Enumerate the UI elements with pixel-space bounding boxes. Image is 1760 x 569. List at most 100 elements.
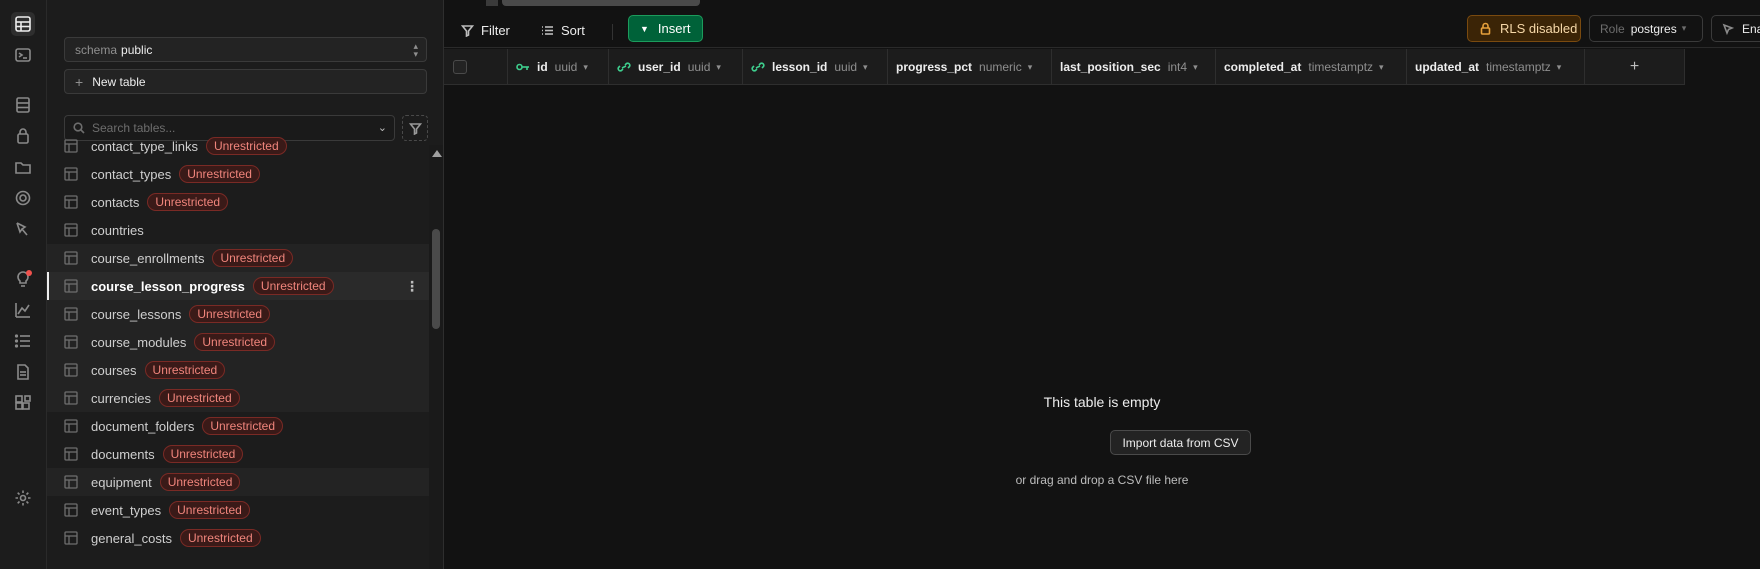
select-all-cell (444, 49, 508, 85)
table-icon (64, 279, 78, 293)
chevron-down-icon[interactable]: ▾ (583, 62, 588, 73)
unrestricted-badge: Unrestricted (252, 277, 334, 295)
table-icon (64, 139, 78, 153)
realtime-icon[interactable] (11, 186, 35, 210)
rls-disabled-button[interactable]: RLS disabled (1467, 15, 1581, 42)
plus-icon: + (75, 73, 84, 90)
table-list-item[interactable]: documents Unrestricted (47, 440, 429, 468)
scroll-up-arrow-icon[interactable] (432, 150, 442, 157)
sort-label: Sort (561, 22, 585, 38)
column-header[interactable]: user_id uuid ▾ (609, 49, 743, 85)
more-options-icon[interactable]: ⋮ (405, 278, 419, 295)
updown-chevron-icon: ▴ ▾ (413, 41, 418, 59)
table-list-item[interactable]: course_lessons Unrestricted (47, 300, 429, 328)
select-all-checkbox[interactable] (453, 60, 467, 74)
table-name: document_folders (91, 418, 195, 434)
unrestricted-badge: Unrestricted (194, 333, 276, 351)
table-list-item[interactable]: course_enrollments Unrestricted (47, 244, 429, 272)
new-table-button[interactable]: + New table (64, 69, 427, 94)
table-name: contact_type_links (91, 138, 198, 154)
horizontal-scroll-thumb[interactable] (502, 0, 700, 6)
table-list-item[interactable]: document_folders Unrestricted (47, 412, 429, 440)
grid-toolbar: Filter Sort ▼ Insert RLS disabled Role p… (444, 10, 1760, 48)
chevron-down-icon[interactable]: ▾ (1028, 62, 1033, 73)
table-name: course_lesson_progress (91, 278, 245, 294)
chevron-down-icon[interactable]: ▾ (1379, 62, 1384, 73)
table-list-item[interactable]: contact_type_links Unrestricted (47, 132, 429, 160)
unrestricted-badge: Unrestricted (147, 193, 229, 211)
chevron-down-icon[interactable]: ▾ (1193, 62, 1198, 73)
column-header[interactable]: id uuid ▾ (508, 49, 609, 85)
settings-gear-icon[interactable] (11, 486, 35, 510)
plus-icon: + (1629, 58, 1640, 75)
table-list-item[interactable]: general_costs Unrestricted (47, 524, 429, 552)
sidebar-scroll-thumb[interactable] (432, 229, 440, 329)
scroll-left-arrow-icon[interactable] (486, 0, 498, 6)
unrestricted-badge: Unrestricted (179, 165, 260, 183)
app-root: schema public ▴ ▾ + New table Search tabl… (0, 0, 1760, 569)
api-docs-icon[interactable] (11, 360, 35, 384)
column-header[interactable]: updated_at timestamptz ▾ (1407, 49, 1585, 85)
chevron-down-icon[interactable]: ▾ (863, 62, 868, 73)
advisors-icon[interactable] (11, 267, 35, 291)
role-select[interactable]: Role postgres ▾ (1589, 15, 1703, 42)
column-type: timestamptz (1308, 60, 1374, 74)
schema-select-value: public (121, 42, 153, 57)
column-name: last_position_sec (1060, 60, 1161, 74)
column-header[interactable]: progress_pct numeric ▾ (888, 49, 1052, 85)
table-name: equipment (91, 474, 152, 490)
table-icon (64, 447, 78, 461)
icon-rail (0, 0, 47, 569)
table-icon (64, 251, 78, 265)
sql-editor-icon[interactable] (11, 43, 35, 67)
link-icon (617, 61, 631, 73)
table-list-item[interactable]: course_modules Unrestricted (47, 328, 429, 356)
logs-icon[interactable] (11, 329, 35, 353)
table-editor-icon[interactable] (11, 12, 35, 36)
table-name: general_costs (91, 530, 172, 546)
filter-button[interactable]: Filter (461, 18, 510, 42)
auth-icon[interactable] (11, 124, 35, 148)
chevron-down-icon[interactable]: ▾ (716, 62, 721, 73)
storage-icon[interactable] (11, 155, 35, 179)
rls-label: RLS disabled (1500, 21, 1578, 36)
enable-realtime-button[interactable]: Enable (1711, 15, 1760, 42)
reports-icon[interactable] (11, 298, 35, 322)
column-type: timestamptz (1486, 60, 1551, 74)
enable-label: Enable (1742, 21, 1760, 36)
table-list-item[interactable]: countries (47, 216, 429, 244)
column-header[interactable]: lesson_id uuid ▾ (743, 49, 888, 85)
column-header[interactable]: completed_at timestamptz ▾ (1216, 49, 1407, 85)
column-type: int4 (1167, 60, 1188, 74)
insert-button[interactable]: ▼ Insert (628, 15, 703, 42)
table-name: countries (91, 222, 144, 238)
table-list-item[interactable]: event_types Unrestricted (47, 496, 429, 524)
table-list-item[interactable]: contacts Unrestricted (47, 188, 429, 216)
filter-icon (461, 24, 474, 37)
import-csv-button[interactable]: Import data from CSV (1110, 430, 1251, 455)
edge-functions-icon[interactable] (11, 217, 35, 241)
sidebar-scrollbar[interactable] (429, 145, 443, 569)
table-list-item[interactable]: contact_types Unrestricted (47, 160, 429, 188)
schema-select[interactable]: schema public ▴ ▾ (64, 37, 427, 62)
table-list-item[interactable]: equipment Unrestricted (47, 468, 429, 496)
sort-button[interactable]: Sort (541, 18, 585, 42)
filter-label: Filter (481, 22, 510, 38)
toolbar-divider (612, 24, 613, 40)
table-icon (64, 363, 78, 377)
unrestricted-badge: Unrestricted (205, 137, 287, 155)
table-name: contact_types (91, 166, 172, 182)
unrestricted-badge: Unrestricted (144, 361, 226, 379)
integrations-icon[interactable] (11, 391, 35, 415)
table-list-item-selected[interactable]: course_lesson_progress Unrestricted ⋮ (47, 272, 429, 300)
add-column-button[interactable]: + (1585, 49, 1685, 85)
chevron-down-icon[interactable]: ▾ (1557, 62, 1562, 73)
table-name: course_modules (91, 334, 187, 350)
table-name: course_lessons (91, 306, 182, 322)
table-list-item[interactable]: currencies Unrestricted (47, 384, 429, 412)
database-icon[interactable] (11, 93, 35, 117)
column-header[interactable]: last_position_sec int4 ▾ (1052, 49, 1216, 85)
role-value: postgres (1630, 21, 1677, 36)
column-type: uuid (687, 60, 711, 74)
table-list-item[interactable]: courses Unrestricted (47, 356, 429, 384)
